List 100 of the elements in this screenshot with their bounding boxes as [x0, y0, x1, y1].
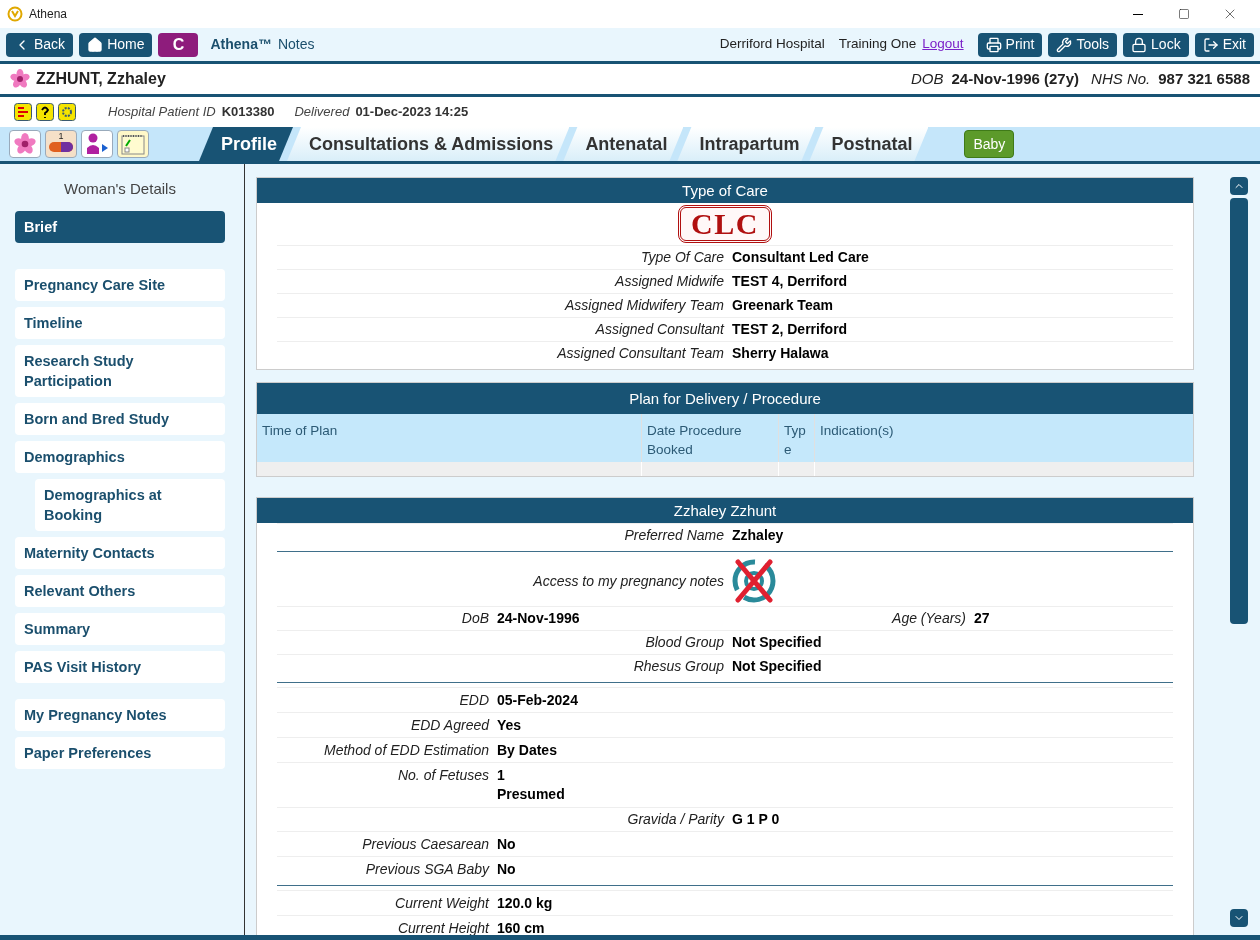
- field-value: 1: [497, 766, 506, 784]
- field-value: Greenark Team: [732, 296, 834, 315]
- app-name: Athena™: [210, 35, 272, 54]
- app-subtitle: Notes: [277, 35, 315, 54]
- tab[interactable]: Antenatal: [563, 127, 684, 161]
- patient-id: K013380: [221, 103, 275, 122]
- no-access-icon: [732, 558, 776, 604]
- field-label: Access to my pregnancy notes: [532, 571, 724, 591]
- field-value: Yes: [497, 716, 523, 734]
- sidebar-item[interactable]: Research Study Participation: [15, 344, 225, 397]
- exit-button[interactable]: Exit: [1194, 32, 1254, 57]
- field-label: Assigned Consultant Team: [556, 344, 724, 363]
- field-label: Assigned Midwifery Team: [563, 296, 724, 315]
- app-logo-icon: [7, 6, 23, 22]
- tools-button[interactable]: Tools: [1048, 32, 1118, 57]
- field-label: EDD: [458, 691, 489, 709]
- field-label: EDD Agreed: [409, 716, 489, 734]
- sidebar-item[interactable]: Born and Bred Study: [15, 402, 225, 435]
- field-label: Assigned Consultant: [594, 320, 724, 339]
- printer-icon: [985, 36, 1002, 53]
- nhs-label: NHS No.: [1091, 68, 1151, 89]
- flower-button[interactable]: [9, 130, 41, 158]
- field-label: Type Of Care: [640, 248, 724, 267]
- wrench-icon: [1056, 36, 1073, 53]
- field-label: Age (Years): [890, 609, 966, 628]
- help-icon[interactable]: [36, 103, 54, 121]
- field-label: Gravida / Parity: [626, 810, 724, 829]
- field-label: Preferred Name: [623, 526, 724, 545]
- pill-icon: [48, 141, 74, 153]
- medication-button[interactable]: 1: [45, 130, 77, 158]
- sidebar-item[interactable]: Timeline: [15, 306, 225, 339]
- field-label: Method of EDD Estimation: [323, 741, 489, 759]
- section-header: Type of Care: [257, 178, 1193, 203]
- hospital-name: Derriford Hospital: [719, 35, 825, 54]
- field-label: Previous SGA Baby: [364, 860, 489, 878]
- field-label: Current Weight: [394, 894, 489, 912]
- home-button[interactable]: Home: [79, 32, 153, 57]
- field-label: Assigned Midwife: [613, 272, 724, 291]
- field-value: Not Specified: [732, 657, 823, 676]
- sidebar-item[interactable]: Maternity Contacts: [15, 536, 225, 569]
- care-stamp: CLC: [678, 205, 772, 243]
- field-label: No. of Fetuses: [396, 766, 489, 784]
- scroll-up-button[interactable]: [1230, 177, 1248, 195]
- dob-label: DOB: [910, 68, 944, 89]
- alert-icon[interactable]: [14, 103, 32, 121]
- tab[interactable]: Postnatal: [809, 127, 929, 161]
- exit-icon: [1202, 36, 1219, 53]
- logout-link[interactable]: Logout: [922, 34, 964, 55]
- scroll-down-button[interactable]: [1230, 909, 1248, 927]
- sidebar-item[interactable]: My Pregnancy Notes: [15, 698, 225, 731]
- sidebar-item[interactable]: Summary: [15, 612, 225, 645]
- flower-icon: [14, 133, 36, 155]
- notepad-button[interactable]: [117, 130, 149, 158]
- field-value: No: [497, 860, 517, 878]
- sidebar-item[interactable]: PAS Visit History: [15, 650, 225, 683]
- scrollbar-thumb[interactable]: [1230, 198, 1248, 624]
- field-value: Not Specified: [732, 633, 823, 652]
- section-header: Zzhaley Zzhunt: [257, 498, 1193, 523]
- sidebar-item[interactable]: Brief: [15, 210, 225, 243]
- user-name: Training One: [838, 35, 917, 54]
- field-value: TEST 2, Derriford: [732, 320, 849, 339]
- dob-value: 24-Nov-1996 (27y): [951, 68, 1080, 89]
- print-button[interactable]: Print: [977, 32, 1043, 57]
- minimize-icon: [1133, 13, 1143, 15]
- field-value: Sherry Halawa: [732, 344, 830, 363]
- field-label: Previous Caesarean: [361, 835, 489, 853]
- section-header: Plan for Delivery / Procedure: [257, 383, 1193, 414]
- patient-id-label: Hospital Patient ID: [108, 103, 216, 122]
- field-value: 27: [974, 609, 991, 628]
- lock-button[interactable]: Lock: [1123, 32, 1189, 57]
- tab[interactable]: Consultations & Admissions: [287, 127, 570, 161]
- field-value: By Dates: [497, 741, 558, 759]
- window-title: Athena: [29, 6, 68, 23]
- field-label: Current Height: [396, 919, 489, 935]
- field-value: 160 cm: [497, 919, 546, 935]
- sidebar-item[interactable]: Demographics at Booking: [35, 478, 225, 531]
- field-value: G 1 P 0: [732, 810, 781, 829]
- home-icon: [87, 36, 104, 53]
- sidebar-item[interactable]: Demographics: [15, 440, 225, 473]
- sidebar-item[interactable]: Pregnancy Care Site: [15, 268, 225, 301]
- settings-icon[interactable]: [58, 103, 76, 121]
- field-label: Blood Group: [644, 633, 724, 652]
- person-button[interactable]: [81, 130, 113, 158]
- field-value: No: [497, 835, 517, 853]
- tab[interactable]: Profile: [199, 127, 293, 161]
- field-value: 120.0 kg: [497, 894, 554, 912]
- person-arrow-icon: [84, 132, 110, 156]
- tab[interactable]: Intrapartum: [677, 127, 816, 161]
- maximize-icon: [1178, 8, 1190, 20]
- field-value: Consultant Led Care: [732, 248, 870, 267]
- sidebar-item[interactable]: Paper Preferences: [15, 736, 225, 769]
- field-label: DoB: [460, 609, 489, 628]
- field-value: Zzhaley: [732, 526, 785, 545]
- back-button[interactable]: Back: [6, 32, 74, 57]
- context-badge[interactable]: C: [158, 32, 199, 57]
- column-header: Indication(s): [819, 422, 895, 440]
- sidebar-item[interactable]: Relevant Others: [15, 574, 225, 607]
- sidebar-heading: Woman's Details: [63, 179, 177, 199]
- field-value: TEST 4, Derriford: [732, 272, 849, 291]
- field-value: Presumed: [497, 785, 566, 804]
